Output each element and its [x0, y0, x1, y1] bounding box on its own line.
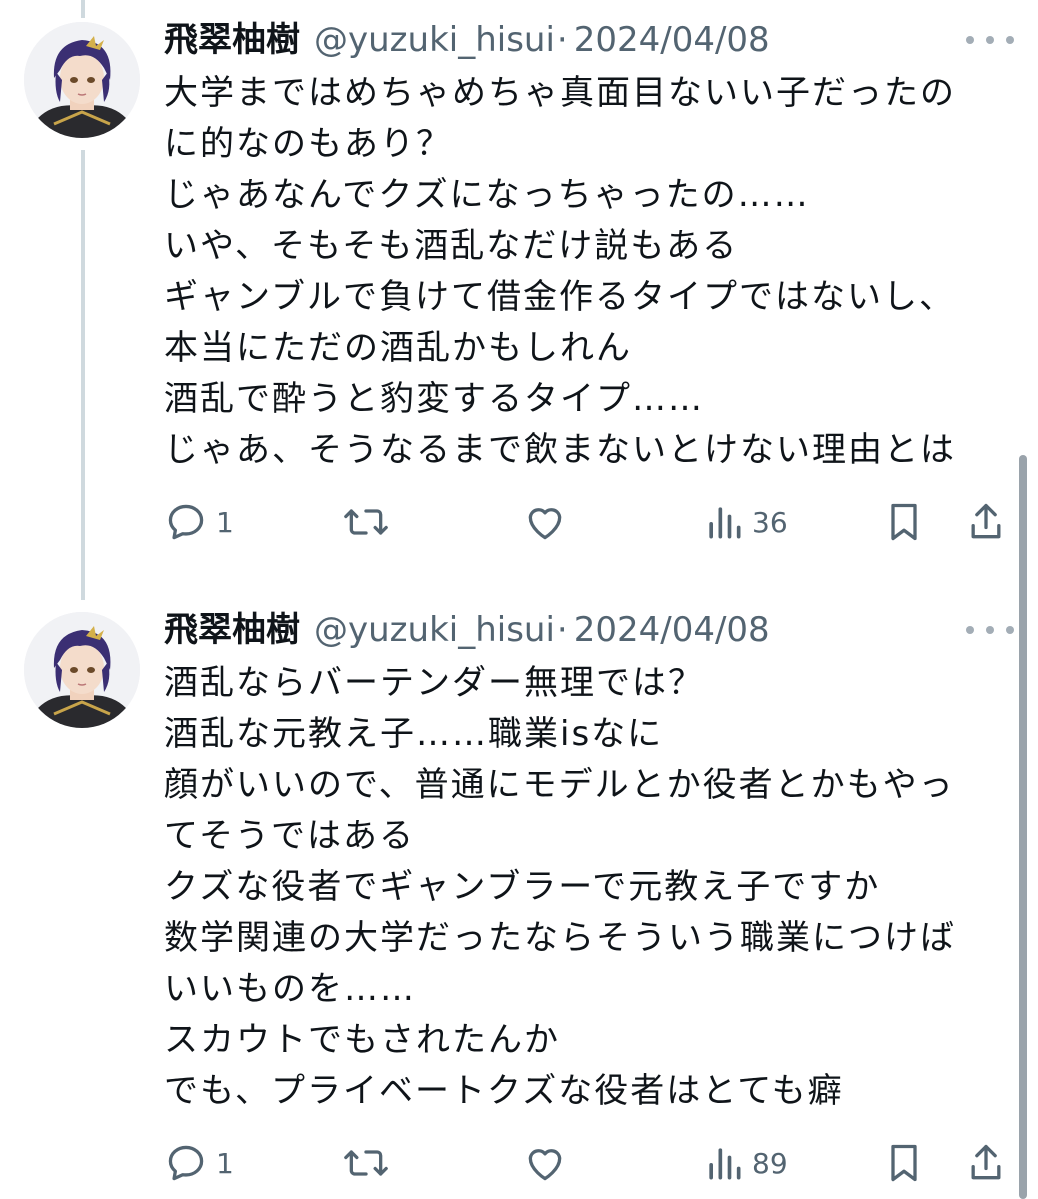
action-bar: 1 89: [0, 1138, 1038, 1188]
tweet[interactable]: 飛翠柚樹 @yuzuki_hisui · 2024/04/08 酒乱ならバーテン…: [0, 590, 1038, 1199]
retweet-button[interactable]: [342, 1138, 390, 1188]
reply-count: 1: [216, 1146, 234, 1180]
retweet-button[interactable]: [342, 497, 390, 547]
tweet-line: 酒乱な元教え子……職業isなに: [164, 714, 664, 754]
tweet-line: でも、プライベートクズな役者はとても癖: [164, 1071, 844, 1111]
more-dot: [986, 626, 994, 634]
author-name[interactable]: 飛翠柚樹: [164, 15, 300, 65]
share-icon: [971, 1144, 1001, 1180]
tweet[interactable]: 飛翠柚樹 @yuzuki_hisui · 2024/04/08 大学まではめちゃ…: [0, 0, 1038, 590]
tweet-line: てそうではある: [164, 816, 415, 856]
views-count: 89: [752, 1146, 788, 1180]
more-icon[interactable]: [966, 28, 1014, 52]
tweet-date[interactable]: 2024/04/08: [574, 605, 770, 655]
views-button[interactable]: 89: [704, 1138, 788, 1188]
reply-button[interactable]: 1: [164, 497, 234, 547]
more-dot: [1006, 36, 1014, 44]
views-icon: [709, 507, 741, 539]
author-handle[interactable]: @yuzuki_hisui: [314, 15, 555, 65]
tweet-line: 顔がいいので、普通にモデルとか役者とかもやっ: [164, 765, 955, 805]
tweet-text: 酒乱ならバーテンダー無理では？ 酒乱な元教え子……職業isなに 顔がいいので、普…: [164, 658, 1004, 1117]
tweet-line: 大学まではめちゃめちゃ真面目ないい子だったの: [164, 73, 956, 113]
tweet-line: 本当にただの酒乱かもしれん: [164, 328, 632, 368]
more-dot: [966, 36, 974, 44]
tweet-line: に的なのもあり？: [164, 124, 452, 164]
avatar[interactable]: [24, 612, 140, 728]
tweet-line: じゃあなんでクズになっちゃったの……: [164, 175, 810, 215]
share-icon: [971, 503, 1001, 539]
avatar-image: [24, 22, 140, 138]
avatar[interactable]: [24, 22, 140, 138]
scrollbar[interactable]: [1019, 455, 1027, 1199]
like-button[interactable]: [522, 1138, 568, 1188]
heart-icon: [528, 1149, 562, 1181]
reply-button[interactable]: 1: [164, 1138, 234, 1188]
tweet-line: クズな役者でギャンブラーで元教え子ですか: [164, 867, 881, 907]
tweet-line: 数学関連の大学だったならそういう職業につけば: [164, 918, 956, 958]
tweet-line: ギャンブルで負けて借金作るタイプではないし、: [164, 277, 955, 317]
separator-dot: ·: [556, 20, 568, 60]
tweet-line: じゃあ、そうなるまで飲まないとけない理由とは: [164, 430, 956, 470]
share-button[interactable]: [966, 497, 1006, 547]
tweet-line: いいものを……: [164, 969, 416, 1009]
bookmark-icon: [891, 1144, 917, 1182]
tweet-text: 大学まではめちゃめちゃ真面目ないい子だったの に的なのもあり？ じゃあなんでクズ…: [164, 68, 1004, 476]
bookmark-button[interactable]: [884, 1138, 924, 1188]
reply-icon: [168, 1145, 204, 1181]
tweet-header: 飛翠柚樹 @yuzuki_hisui · 2024/04/08: [164, 15, 770, 65]
retweet-icon: [344, 1150, 388, 1176]
views-count: 36: [752, 505, 788, 539]
tweet-line: スカウトでもされたんか: [164, 1020, 560, 1060]
retweet-icon: [344, 509, 388, 535]
tweet-line: 酒乱ならバーテンダー無理では？: [164, 663, 704, 703]
author-name[interactable]: 飛翠柚樹: [164, 605, 300, 655]
tweet-date[interactable]: 2024/04/08: [574, 15, 770, 65]
reply-icon: [168, 504, 204, 540]
like-button[interactable]: [522, 497, 568, 547]
separator-dot: ·: [556, 610, 568, 650]
heart-icon: [528, 508, 562, 540]
reply-count: 1: [216, 505, 234, 539]
bookmark-button[interactable]: [884, 497, 924, 547]
author-handle[interactable]: @yuzuki_hisui: [314, 605, 555, 655]
more-icon[interactable]: [966, 618, 1014, 642]
more-dot: [1006, 626, 1014, 634]
share-button[interactable]: [966, 1138, 1006, 1188]
tweet-line: いや、そもそも酒乱なだけ説もある: [164, 226, 739, 266]
views-button[interactable]: 36: [704, 497, 788, 547]
bookmark-icon: [891, 503, 917, 541]
action-bar: 1 36: [0, 497, 1038, 547]
tweet-line: 酒乱で酔うと豹変するタイプ……: [164, 379, 704, 419]
more-dot: [986, 36, 994, 44]
views-icon: [709, 1148, 741, 1180]
more-dot: [966, 626, 974, 634]
avatar-image: [24, 612, 140, 728]
tweet-header: 飛翠柚樹 @yuzuki_hisui · 2024/04/08: [164, 605, 770, 655]
